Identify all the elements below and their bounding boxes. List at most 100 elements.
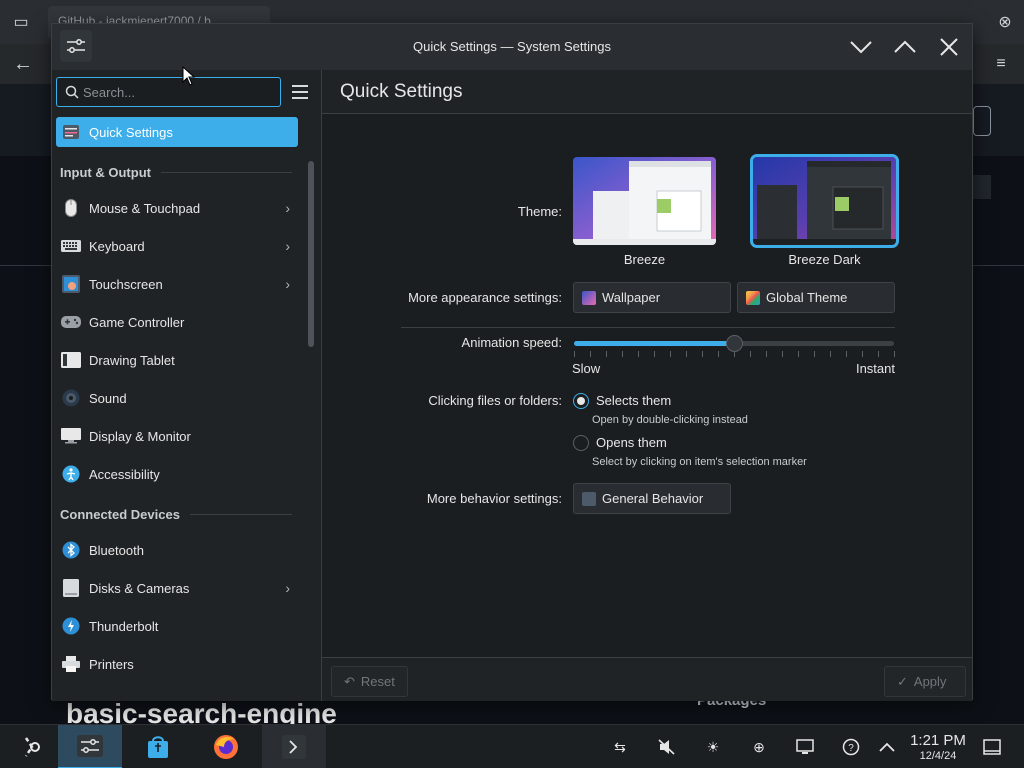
slider-tick bbox=[606, 351, 607, 357]
slider-tick bbox=[878, 351, 879, 357]
sidebar-item-label: Touchscreen bbox=[89, 276, 163, 292]
sidebar-item-disks-cameras[interactable]: Disks & Cameras › bbox=[56, 573, 298, 603]
sidebar-item-display-monitor[interactable]: Display & Monitor bbox=[56, 421, 298, 451]
sidebar-item-mouse-touchpad[interactable]: Mouse & Touchpad › bbox=[56, 193, 298, 223]
radio-opens-them[interactable] bbox=[573, 435, 589, 451]
slider-tick bbox=[670, 351, 671, 357]
sidebar-item-label: Disks & Cameras bbox=[89, 580, 190, 596]
radio-label-selects-them[interactable]: Selects them bbox=[596, 393, 796, 408]
slider-handle[interactable] bbox=[726, 335, 743, 352]
terminal-icon bbox=[282, 735, 306, 759]
sidebar-item-label: Drawing Tablet bbox=[89, 352, 175, 368]
help-icon[interactable]: ? bbox=[841, 737, 861, 757]
animation-speed-slider[interactable] bbox=[574, 335, 895, 357]
task-terminal[interactable] bbox=[262, 725, 326, 768]
svg-text:?: ? bbox=[848, 743, 854, 754]
slider-tick bbox=[622, 351, 623, 357]
mouse-cursor-icon bbox=[182, 66, 196, 86]
monitor-icon bbox=[61, 426, 81, 446]
title-bar: Quick Settings — System Settings bbox=[52, 24, 972, 70]
theme-preview-breeze-dark[interactable] bbox=[750, 154, 899, 248]
wallpaper-button[interactable]: Wallpaper bbox=[573, 282, 731, 313]
sidebar-item-label: Thunderbolt bbox=[89, 618, 159, 634]
sidebar-item-game-controller[interactable]: Game Controller bbox=[56, 307, 298, 337]
theme-label: Theme: bbox=[517, 204, 562, 219]
dialog-footer: ↶ Reset ✓ Apply bbox=[322, 657, 972, 701]
clock[interactable]: 1:21 PM 12/4/24 bbox=[900, 732, 976, 762]
slider-max-label: Instant bbox=[855, 361, 895, 376]
sidebar-item-thunderbolt[interactable]: Thunderbolt bbox=[56, 611, 298, 641]
hamburger-menu-button[interactable] bbox=[290, 82, 310, 102]
reset-button[interactable]: ↶ Reset bbox=[331, 666, 408, 697]
gamepad-icon bbox=[61, 312, 81, 332]
firefox-icon bbox=[214, 735, 238, 759]
slider-tick bbox=[750, 351, 751, 357]
theme-preview-breeze[interactable] bbox=[573, 157, 716, 245]
sidebar-item-printers[interactable]: Printers bbox=[56, 649, 298, 679]
search-box bbox=[56, 77, 281, 107]
clock-date: 12/4/24 bbox=[919, 750, 957, 762]
browser-menu-icon[interactable]: ≡ bbox=[986, 50, 1016, 78]
clock-time: 1:21 PM bbox=[910, 732, 966, 749]
keyboard-icon bbox=[61, 236, 81, 256]
slider-tick bbox=[862, 351, 863, 357]
window-title: Quick Settings — System Settings bbox=[413, 39, 611, 54]
sidebar-item-bluetooth[interactable]: Bluetooth bbox=[56, 535, 298, 565]
radio-selects-them[interactable] bbox=[573, 393, 589, 409]
sidebar-item-label: Mouse & Touchpad bbox=[89, 200, 201, 216]
sidebar-item-keyboard[interactable]: Keyboard › bbox=[56, 231, 298, 261]
sidebar-scrollbar[interactable] bbox=[308, 161, 314, 347]
touchscreen-icon bbox=[61, 274, 81, 294]
search-input[interactable] bbox=[83, 83, 273, 101]
sidebar-item-label: Display & Monitor bbox=[89, 428, 191, 444]
steamdeck-launcher-icon bbox=[24, 737, 40, 757]
slider-tick bbox=[894, 351, 895, 357]
slider-tick bbox=[734, 351, 735, 357]
task-discover[interactable] bbox=[126, 725, 190, 768]
tab-overview-icon[interactable]: ▭ bbox=[6, 8, 36, 36]
sidebar-item-sound[interactable]: Sound bbox=[56, 383, 298, 413]
brightness-icon[interactable]: ☀ bbox=[703, 737, 723, 757]
chevron-right-icon: › bbox=[285, 200, 290, 216]
accessibility-icon bbox=[61, 464, 81, 484]
sidebar-item-accessibility[interactable]: Accessibility bbox=[56, 459, 298, 489]
slider-tick bbox=[830, 351, 831, 357]
sidebar-item-drawing-tablet[interactable]: Drawing Tablet bbox=[56, 345, 298, 375]
thunderbolt-icon bbox=[61, 616, 81, 636]
sidebar: Quick Settings Input & Output Mouse & To… bbox=[52, 70, 321, 701]
slider-tick bbox=[718, 351, 719, 357]
reset-icon: ↶ bbox=[344, 673, 355, 689]
display-config-icon[interactable] bbox=[795, 737, 815, 757]
apply-button[interactable]: ✓ Apply bbox=[884, 666, 966, 697]
general-behavior-icon bbox=[582, 491, 596, 506]
show-desktop-icon[interactable] bbox=[982, 737, 1002, 757]
browser-close-icon[interactable]: ⊗ bbox=[990, 8, 1020, 36]
slider-tick bbox=[798, 351, 799, 357]
sidebar-item-label: Sound bbox=[89, 390, 127, 406]
sound-icon bbox=[61, 388, 81, 408]
radio-label-opens-them[interactable]: Opens them bbox=[596, 435, 796, 450]
chevron-right-icon: › bbox=[285, 276, 290, 292]
network-icon[interactable]: ⇆ bbox=[610, 737, 630, 757]
close-button[interactable] bbox=[936, 34, 962, 60]
tray-expand-icon[interactable] bbox=[877, 737, 897, 757]
minimize-button[interactable] bbox=[848, 34, 874, 60]
radio-hint-opens-them: Select by clicking on item's selection m… bbox=[592, 456, 807, 468]
quick-settings-icon bbox=[61, 122, 81, 142]
sidebar-item-quick-settings[interactable]: Quick Settings bbox=[56, 117, 298, 147]
task-firefox[interactable] bbox=[194, 725, 258, 768]
maximize-button[interactable] bbox=[892, 34, 918, 60]
checkmark-icon: ✓ bbox=[897, 673, 908, 689]
general-behavior-button[interactable]: General Behavior bbox=[573, 483, 731, 514]
global-theme-button[interactable]: Global Theme bbox=[737, 282, 895, 313]
application-launcher-button[interactable] bbox=[2, 725, 62, 768]
clicking-label: Clicking files or folders: bbox=[428, 393, 562, 408]
volume-muted-icon[interactable] bbox=[657, 737, 677, 757]
updates-icon[interactable]: ⊕ bbox=[749, 737, 769, 757]
task-system-settings[interactable] bbox=[58, 725, 122, 768]
section-header-input-output: Input & Output bbox=[60, 165, 292, 180]
back-arrow-icon[interactable]: ← bbox=[8, 50, 38, 78]
section-header-connected-devices: Connected Devices bbox=[60, 507, 292, 522]
chevron-right-icon: › bbox=[285, 238, 290, 254]
sidebar-item-touchscreen[interactable]: Touchscreen › bbox=[56, 269, 298, 299]
